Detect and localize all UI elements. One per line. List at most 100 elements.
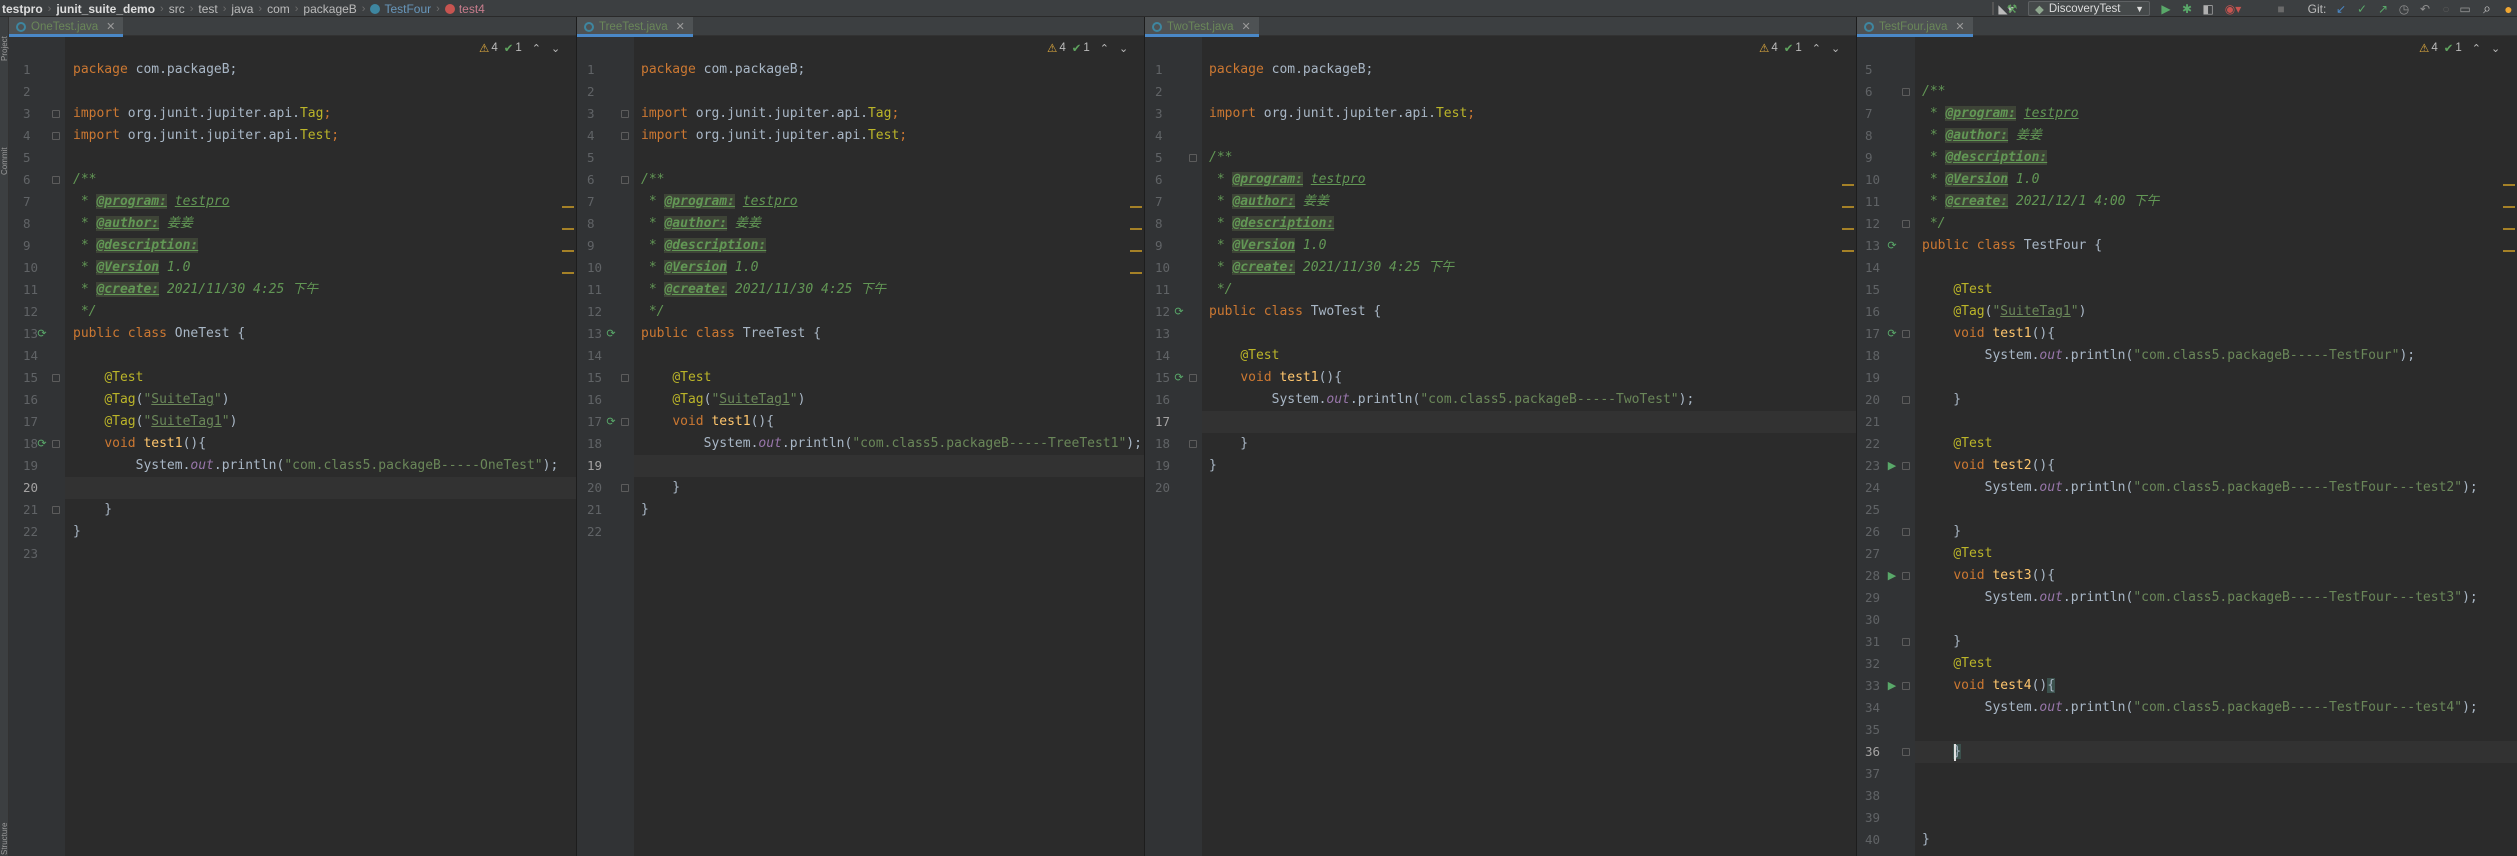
code-line[interactable]: @Tag("SuiteTag1") — [1922, 301, 2086, 323]
editor-pane-treetest[interactable]: TreeTest.java ✕ ⚠ 4 ✔ 1 ⌃ ⌄ 1 package com.package… — [577, 17, 1145, 856]
code-line[interactable]: @Test — [1922, 433, 1992, 455]
updates-icon[interactable]: ● — [2500, 0, 2517, 17]
search-icon[interactable]: ⌕ — [2476, 0, 2498, 17]
code-line[interactable]: void test2(){ — [1922, 455, 2055, 477]
code-line[interactable]: */ — [1209, 279, 1233, 301]
fold-marker-icon[interactable] — [621, 176, 629, 184]
hammer-icon[interactable]: ⚒ — [2002, 0, 2022, 17]
breadcrumb-com[interactable]: com — [267, 2, 290, 16]
code-line[interactable]: @Test — [641, 367, 711, 389]
chevron-down-icon[interactable]: ⌄ — [551, 42, 560, 55]
code-line[interactable]: import org.junit.jupiter.api.Tag; — [641, 103, 899, 125]
fold-marker-icon[interactable] — [52, 132, 60, 140]
code-line[interactable]: import org.junit.jupiter.api.Test; — [73, 125, 339, 147]
run-icon[interactable]: ▶ — [2157, 0, 2175, 17]
code-line[interactable]: package com.packageB; — [641, 59, 805, 81]
project-tool-label[interactable]: Project — [0, 21, 9, 61]
code-line[interactable]: public class TreeTest { — [641, 323, 821, 345]
fold-marker-icon[interactable] — [1189, 154, 1197, 162]
chevron-up-icon[interactable]: ⌃ — [1100, 42, 1109, 55]
code-line[interactable]: System.out.println("com.class5.packageB-… — [1209, 389, 1695, 411]
fold-marker-icon[interactable] — [52, 506, 60, 514]
chevron-down-icon[interactable]: ⌄ — [1119, 42, 1128, 55]
inspection-widget[interactable]: ⚠ 4 ✔ 1 ⌃ ⌄ — [2419, 37, 2500, 59]
fold-marker-icon[interactable] — [1902, 462, 1910, 470]
code-line[interactable]: @Tag("SuiteTag") — [73, 389, 229, 411]
fold-marker-icon[interactable] — [1902, 748, 1910, 756]
fold-marker-icon[interactable] — [52, 110, 60, 118]
fold-marker-icon[interactable] — [1902, 572, 1910, 580]
code-line[interactable]: * @author: 姜姜 — [1209, 191, 1329, 213]
run-test-cycle-icon[interactable]: ⟳ — [35, 437, 49, 451]
editor-tab[interactable]: TwoTest.java ✕ — [1145, 17, 1259, 37]
git-update-icon[interactable]: ↙ — [2332, 0, 2350, 17]
close-icon[interactable]: ✕ — [676, 20, 685, 33]
code-line[interactable]: } — [1922, 389, 1961, 411]
fold-marker-icon[interactable] — [52, 374, 60, 382]
warning-stripe-mark[interactable] — [1130, 250, 1142, 252]
code-line[interactable]: public class TwoTest { — [1209, 301, 1381, 323]
code-line[interactable]: /** — [1922, 81, 1945, 103]
warning-stripe-mark[interactable] — [562, 250, 574, 252]
code-line[interactable]: } — [1209, 455, 1217, 477]
code-line[interactable]: * @create: 2021/11/30 4:25 下午 — [73, 279, 318, 301]
code-line[interactable]: void test4(){ — [1922, 675, 2056, 697]
code-line[interactable]: @Test — [1922, 279, 1992, 301]
run-test-cycle-icon[interactable]: ⟳ — [35, 327, 49, 341]
structure-tool-label[interactable]: Structure — [0, 813, 9, 855]
code-line[interactable]: } — [73, 499, 112, 521]
editor-pane-testfour[interactable]: TestFour.java ✕ ⚠ 4 ✔ 1 ⌃ ⌄ 5 6 /** 7 * @program: t… — [1857, 17, 2517, 856]
chevron-down-icon[interactable]: ⌄ — [1831, 42, 1840, 55]
close-icon[interactable]: ✕ — [1955, 20, 1964, 33]
run-test-cycle-icon[interactable]: ⟳ — [1885, 239, 1899, 253]
warning-stripe-mark[interactable] — [562, 228, 574, 230]
code-line[interactable]: /** — [73, 169, 96, 191]
close-icon[interactable]: ✕ — [1241, 20, 1250, 33]
warning-stripe-mark[interactable] — [2503, 228, 2515, 230]
warning-stripe-mark[interactable] — [562, 206, 574, 208]
code-line[interactable]: import org.junit.jupiter.api.Test; — [1209, 103, 1475, 125]
fold-marker-icon[interactable] — [1189, 440, 1197, 448]
fold-marker-icon[interactable] — [621, 374, 629, 382]
code-line[interactable]: * @create: 2021/11/30 4:25 下午 — [1209, 257, 1454, 279]
run-test-icon[interactable]: ▶ — [1885, 679, 1899, 693]
code-line[interactable]: } — [1922, 521, 1961, 543]
fold-marker-icon[interactable] — [621, 110, 629, 118]
debug-icon[interactable]: ✱ — [2178, 0, 2196, 17]
code-line[interactable]: package com.packageB; — [73, 59, 237, 81]
editor-tab[interactable]: TestFour.java ✕ — [1857, 17, 1973, 37]
code-line[interactable]: void test1(){ — [73, 433, 206, 455]
code-line[interactable]: * @create: 2021/11/30 4:25 下午 — [641, 279, 886, 301]
code-line[interactable]: void test3(){ — [1922, 565, 2055, 587]
inspection-widget[interactable]: ⚠ 4 ✔ 1 ⌃ ⌄ — [479, 37, 560, 59]
code-line[interactable]: * @Version 1.0 — [73, 257, 190, 279]
code-line[interactable]: void test1(){ — [1922, 323, 2055, 345]
code-line[interactable]: /** — [641, 169, 664, 191]
chevron-up-icon[interactable]: ⌃ — [2472, 42, 2481, 55]
code-line[interactable]: import org.junit.jupiter.api.Tag; — [73, 103, 331, 125]
code-line[interactable]: public class TestFour { — [1922, 235, 2102, 257]
breadcrumb-method[interactable]: test4 — [459, 2, 485, 16]
code-line[interactable]: System.out.println("com.class5.packageB-… — [1922, 345, 2416, 367]
code-line[interactable]: * @program: testpro — [1209, 169, 1366, 191]
git-commit-icon[interactable]: ✓ — [2353, 0, 2371, 17]
fold-marker-icon[interactable] — [52, 176, 60, 184]
code-line[interactable]: * @Version 1.0 — [1922, 169, 2039, 191]
warning-stripe-mark[interactable] — [1842, 184, 1854, 186]
breadcrumb-java[interactable]: java — [231, 2, 253, 16]
warning-stripe-mark[interactable] — [562, 272, 574, 274]
fold-marker-icon[interactable] — [621, 484, 629, 492]
editor-pane-onetest[interactable]: OneTest.java ✕ ⚠ 4 ✔ 1 ⌃ ⌄ 1 package com.packageB… — [9, 17, 577, 856]
code-line[interactable]: } — [1922, 829, 1930, 851]
warning-stripe-mark[interactable] — [2503, 184, 2515, 186]
run-test-cycle-icon[interactable]: ⟳ — [1885, 327, 1899, 341]
code-line[interactable]: @Tag("SuiteTag1") — [641, 389, 805, 411]
run-test-cycle-icon[interactable]: ⟳ — [1172, 305, 1186, 319]
warning-stripe-mark[interactable] — [2503, 250, 2515, 252]
code-line[interactable]: void test1(){ — [1209, 367, 1342, 389]
breadcrumb-src[interactable]: src — [169, 2, 185, 16]
warning-stripe-mark[interactable] — [1842, 228, 1854, 230]
editor-tab[interactable]: TreeTest.java ✕ — [577, 17, 693, 37]
inspection-widget[interactable]: ⚠ 4 ✔ 1 ⌃ ⌄ — [1759, 37, 1840, 59]
fold-marker-icon[interactable] — [52, 440, 60, 448]
